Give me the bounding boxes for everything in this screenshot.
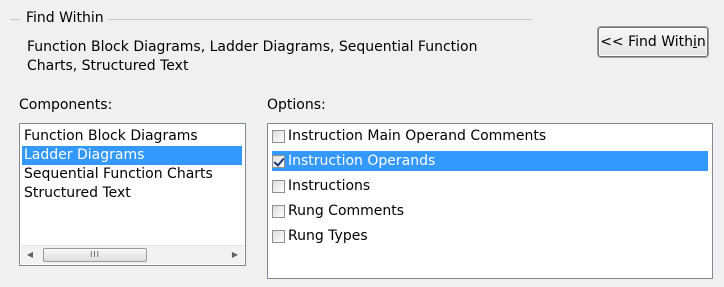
- components-list-item[interactable]: Sequential Function Charts: [22, 165, 242, 184]
- components-list-item[interactable]: Function Block Diagrams: [22, 127, 242, 146]
- options-list-item[interactable]: Rung Types: [272, 226, 708, 246]
- option-label: Instruction Operands: [288, 153, 436, 169]
- option-label: Rung Comments: [288, 203, 405, 219]
- options-label: Options:: [267, 97, 326, 113]
- options-list-item[interactable]: Instruction Main Operand Comments: [272, 126, 708, 146]
- group-line-right: [108, 19, 532, 20]
- scroll-left-arrow-icon[interactable]: ◀: [21, 246, 39, 264]
- scrollbar-thumb[interactable]: III: [43, 248, 147, 262]
- find-within-summary: Function Block Diagrams, Ladder Diagrams…: [27, 39, 478, 74]
- checkbox-unchecked-icon[interactable]: [272, 179, 285, 193]
- checkbox-checked-icon[interactable]: [272, 154, 285, 168]
- group-line-left: [10, 19, 20, 20]
- options-list-item[interactable]: Rung Comments: [272, 201, 708, 221]
- options-list-item[interactable]: Instructions: [272, 176, 708, 196]
- components-list-item[interactable]: Ladder Diagrams: [22, 146, 242, 165]
- option-label: Instruction Main Operand Comments: [288, 128, 547, 144]
- components-listbox[interactable]: Function Block Diagrams Ladder Diagrams Se…: [19, 123, 246, 266]
- find-within-button-label-suffix: n: [696, 34, 706, 50]
- option-label: Rung Types: [288, 228, 368, 244]
- components-horizontal-scrollbar[interactable]: ◀ III ▶: [21, 245, 244, 264]
- checkbox-unchecked-icon[interactable]: [272, 229, 285, 243]
- find-within-button-label-prefix: << Find With: [600, 34, 694, 50]
- find-within-button[interactable]: << Find Within: [598, 27, 708, 57]
- scroll-right-arrow-icon[interactable]: ▶: [226, 246, 244, 264]
- components-label: Components:: [19, 97, 113, 113]
- components-list-item[interactable]: Structured Text: [22, 184, 242, 203]
- checkbox-unchecked-icon[interactable]: [272, 204, 285, 218]
- options-list-item[interactable]: Instruction Operands: [272, 151, 708, 171]
- options-listbox[interactable]: Instruction Main Operand Comments Instruc…: [267, 123, 713, 279]
- find-within-group-title: Find Within: [26, 10, 104, 26]
- option-label: Instructions: [288, 178, 371, 194]
- checkbox-unchecked-icon[interactable]: [272, 129, 285, 143]
